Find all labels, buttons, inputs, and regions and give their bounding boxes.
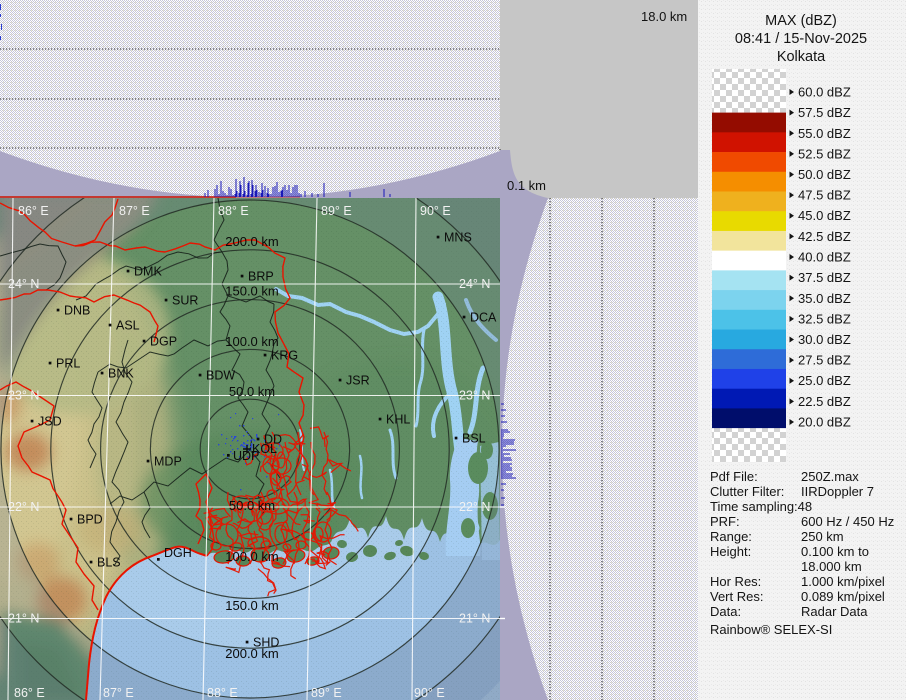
svg-text:24° N: 24° N bbox=[8, 277, 39, 291]
svg-text:55.0 dBZ: 55.0 dBZ bbox=[798, 126, 851, 141]
svg-text:1.000 km/pixel: 1.000 km/pixel bbox=[801, 574, 885, 589]
svg-text:BSL: BSL bbox=[462, 432, 486, 446]
svg-text:52.5 dBZ: 52.5 dBZ bbox=[798, 146, 851, 161]
svg-text:88° E: 88° E bbox=[207, 686, 238, 700]
svg-text:150.0 km: 150.0 km bbox=[225, 598, 278, 613]
svg-text:22° N: 22° N bbox=[459, 500, 490, 514]
svg-text:24° N: 24° N bbox=[459, 277, 490, 291]
svg-text:DGH: DGH bbox=[164, 546, 192, 560]
svg-text:150.0 km: 150.0 km bbox=[225, 284, 278, 299]
svg-text:Vert Res:: Vert Res: bbox=[710, 589, 763, 604]
svg-text:37.5 dBZ: 37.5 dBZ bbox=[798, 270, 851, 285]
svg-text:25.0 dBZ: 25.0 dBZ bbox=[798, 373, 851, 388]
svg-text:40.0 dBZ: 40.0 dBZ bbox=[798, 250, 851, 265]
svg-text:0.1 km: 0.1 km bbox=[507, 178, 546, 193]
svg-text:Clutter Filter:: Clutter Filter: bbox=[710, 484, 784, 499]
svg-text:47.5 dBZ: 47.5 dBZ bbox=[798, 188, 851, 203]
svg-text:IIRDoppler 7: IIRDoppler 7 bbox=[801, 484, 874, 499]
svg-text:200.0 km: 200.0 km bbox=[225, 234, 278, 249]
svg-text:250Z.max: 250Z.max bbox=[801, 469, 859, 484]
svg-text:UDP: UDP bbox=[233, 449, 259, 463]
svg-text:100.0 km: 100.0 km bbox=[225, 549, 278, 564]
svg-text:89° E: 89° E bbox=[321, 204, 352, 218]
svg-text:Pdf File:: Pdf File: bbox=[710, 469, 758, 484]
svg-text:MAX (dBZ): MAX (dBZ) bbox=[765, 13, 837, 29]
svg-text:22° N: 22° N bbox=[8, 500, 39, 514]
svg-text:50.0 km: 50.0 km bbox=[229, 384, 275, 399]
svg-text:23° N: 23° N bbox=[459, 389, 490, 403]
svg-text:BNK: BNK bbox=[108, 367, 134, 381]
svg-text:DCA: DCA bbox=[470, 311, 497, 325]
svg-text:JSR: JSR bbox=[346, 374, 370, 388]
svg-text:60.0 dBZ: 60.0 dBZ bbox=[798, 85, 851, 100]
svg-text:Data:: Data: bbox=[710, 604, 741, 619]
svg-text:MDP: MDP bbox=[154, 455, 182, 469]
svg-text:57.5 dBZ: 57.5 dBZ bbox=[798, 105, 851, 120]
svg-text:Rainbow® SELEX-SI: Rainbow® SELEX-SI bbox=[710, 622, 832, 637]
svg-text:18.0 km: 18.0 km bbox=[641, 9, 687, 24]
svg-text:90° E: 90° E bbox=[414, 686, 445, 700]
svg-text:Kolkata: Kolkata bbox=[777, 49, 826, 65]
svg-text:35.0 dBZ: 35.0 dBZ bbox=[798, 291, 851, 306]
svg-text:PRL: PRL bbox=[56, 357, 80, 371]
svg-text:23° N: 23° N bbox=[8, 389, 39, 403]
svg-text:BRP: BRP bbox=[248, 270, 274, 284]
svg-text:Range:: Range: bbox=[710, 529, 752, 544]
svg-text:87° E: 87° E bbox=[119, 204, 150, 218]
svg-text:MNS: MNS bbox=[444, 231, 472, 245]
svg-text:DMK: DMK bbox=[134, 265, 162, 279]
svg-text:0.100 km to: 0.100 km to bbox=[801, 544, 869, 559]
svg-text:250 km: 250 km bbox=[801, 529, 844, 544]
svg-text:DNB: DNB bbox=[64, 304, 90, 318]
svg-text:0.089 km/pixel: 0.089 km/pixel bbox=[801, 589, 885, 604]
svg-text:90° E: 90° E bbox=[420, 204, 451, 218]
svg-text:600 Hz / 450 Hz: 600 Hz / 450 Hz bbox=[801, 514, 894, 529]
svg-text:18.000 km: 18.000 km bbox=[801, 559, 862, 574]
svg-text:30.0 dBZ: 30.0 dBZ bbox=[798, 332, 851, 347]
svg-text:KHL: KHL bbox=[386, 413, 410, 427]
svg-text:21° N: 21° N bbox=[459, 612, 490, 626]
svg-text:32.5 dBZ: 32.5 dBZ bbox=[798, 311, 851, 326]
svg-text:KRG: KRG bbox=[271, 349, 298, 363]
svg-text:86° E: 86° E bbox=[14, 686, 45, 700]
svg-text:50.0 km: 50.0 km bbox=[229, 498, 275, 513]
svg-text:DGP: DGP bbox=[150, 335, 177, 349]
svg-text:27.5 dBZ: 27.5 dBZ bbox=[798, 353, 851, 368]
svg-text:22.5 dBZ: 22.5 dBZ bbox=[798, 394, 851, 409]
svg-text:88° E: 88° E bbox=[218, 204, 249, 218]
svg-text:42.5 dBZ: 42.5 dBZ bbox=[798, 229, 851, 244]
svg-text:Time sampling:48: Time sampling:48 bbox=[710, 499, 812, 514]
svg-text:100.0 km: 100.0 km bbox=[225, 334, 278, 349]
svg-text:BLS: BLS bbox=[97, 556, 121, 570]
svg-text:86° E: 86° E bbox=[18, 204, 49, 218]
svg-text:BPD: BPD bbox=[77, 513, 103, 527]
svg-text:87° E: 87° E bbox=[103, 686, 134, 700]
svg-text:SHD: SHD bbox=[253, 636, 279, 650]
svg-text:ASL: ASL bbox=[116, 319, 140, 333]
svg-text:89° E: 89° E bbox=[311, 686, 342, 700]
svg-text:PRF:: PRF: bbox=[710, 514, 740, 529]
svg-text:BDW: BDW bbox=[206, 369, 235, 383]
svg-text:Radar Data: Radar Data bbox=[801, 604, 868, 619]
svg-text:JSD: JSD bbox=[38, 415, 62, 429]
svg-text:Hor Res:: Hor Res: bbox=[710, 574, 761, 589]
svg-text:08:41 / 15-Nov-2025: 08:41 / 15-Nov-2025 bbox=[735, 31, 867, 47]
svg-text:Height:: Height: bbox=[710, 544, 751, 559]
svg-text:20.0 dBZ: 20.0 dBZ bbox=[798, 415, 851, 430]
svg-text:45.0 dBZ: 45.0 dBZ bbox=[798, 208, 851, 223]
svg-text:50.0 dBZ: 50.0 dBZ bbox=[798, 167, 851, 182]
svg-text:SUR: SUR bbox=[172, 294, 198, 308]
svg-text:21° N: 21° N bbox=[8, 612, 39, 626]
